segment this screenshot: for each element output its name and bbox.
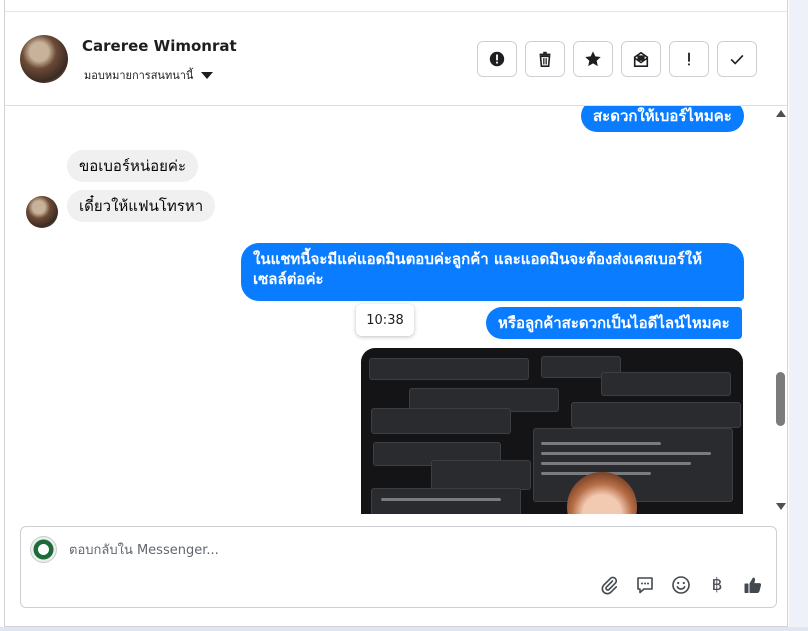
window-edge xyxy=(789,0,808,631)
chat-panel: Careree Wimonrat มอบหมายการสนทนานี้ สะดว… xyxy=(4,0,788,627)
emoji-button[interactable] xyxy=(669,573,693,597)
message-time-tooltip: 10:38 xyxy=(356,304,414,336)
message-thread[interactable]: สะดวกให้เบอร์ไหมคะ ขอเบอร์หน่อยค่ะ เดี๋ย… xyxy=(5,106,775,514)
page-logo xyxy=(30,536,57,563)
scroll-up-arrow[interactable] xyxy=(776,110,786,117)
thumbs-up-icon xyxy=(744,577,762,593)
reply-composer: ฿ xyxy=(20,526,777,608)
image-detail xyxy=(371,408,511,434)
message-line: ในแชทนี้จะมีแค่แอดมินตอบค่ะลูกค้า และแอด… xyxy=(253,250,702,268)
contact-name[interactable]: Careree Wimonrat xyxy=(82,37,237,55)
star-button[interactable] xyxy=(573,41,613,77)
saved-replies-button[interactable] xyxy=(633,573,657,597)
trash-icon xyxy=(539,51,551,68)
scrollbar-thumb[interactable] xyxy=(776,372,785,426)
mark-important-button[interactable] xyxy=(669,41,709,77)
image-detail xyxy=(369,358,529,380)
image-detail xyxy=(431,460,531,490)
message-bubble-incoming[interactable]: เดี๋ยวให้แฟนโทรหา xyxy=(67,190,216,222)
window-edge xyxy=(0,627,808,631)
envelope-icon xyxy=(633,51,649,68)
baht-icon: ฿ xyxy=(711,575,723,595)
message-line: เซลล์ต่อค่ะ xyxy=(253,270,324,288)
report-button[interactable] xyxy=(477,41,517,77)
image-detail xyxy=(371,488,521,514)
check-icon xyxy=(730,54,744,65)
exclamation-icon xyxy=(688,52,690,66)
image-detail xyxy=(601,372,731,396)
scroll-down-arrow[interactable] xyxy=(776,503,786,510)
conversation-header: Careree Wimonrat มอบหมายการสนทนานี้ xyxy=(5,0,787,106)
image-detail xyxy=(541,452,711,455)
mark-unread-button[interactable] xyxy=(621,41,661,77)
conversation-toolbar xyxy=(477,41,757,77)
attach-button[interactable] xyxy=(597,573,621,597)
chat-bubble-icon xyxy=(637,577,653,594)
assign-conversation-dropdown[interactable]: มอบหมายการสนทนานี้ xyxy=(84,66,214,84)
image-detail xyxy=(381,498,501,501)
like-button[interactable] xyxy=(741,573,765,597)
composer-actions: ฿ xyxy=(597,573,765,597)
message-bubble-outgoing[interactable]: หรือลูกค้าสะดวกเป็นไอดีไลน์ไหมคะ xyxy=(486,307,742,339)
message-bubble-incoming[interactable]: ขอเบอร์หน่อยค่ะ xyxy=(67,150,199,182)
alert-circle-icon xyxy=(489,51,505,67)
image-detail xyxy=(571,402,741,428)
image-detail xyxy=(541,442,661,445)
reply-input[interactable] xyxy=(69,539,569,561)
caret-down-icon xyxy=(201,71,214,79)
star-icon xyxy=(585,51,601,67)
smiley-icon xyxy=(672,576,690,594)
shared-screenshot-image[interactable] xyxy=(361,348,743,514)
delete-button[interactable] xyxy=(525,41,565,77)
message-bubble-outgoing[interactable]: สะดวกให้เบอร์ไหมคะ xyxy=(581,106,744,132)
image-detail xyxy=(541,462,691,465)
contact-avatar[interactable] xyxy=(20,35,68,83)
paperclip-icon xyxy=(601,576,618,595)
assign-label: มอบหมายการสนทนานี้ xyxy=(84,69,194,82)
payment-button[interactable]: ฿ xyxy=(705,573,729,597)
message-bubble-outgoing[interactable]: ในแชทนี้จะมีแค่แอดมินตอบค่ะลูกค้า และแอด… xyxy=(241,243,744,301)
header-divider xyxy=(5,11,787,12)
contact-avatar-small xyxy=(26,196,58,228)
done-button[interactable] xyxy=(717,41,757,77)
